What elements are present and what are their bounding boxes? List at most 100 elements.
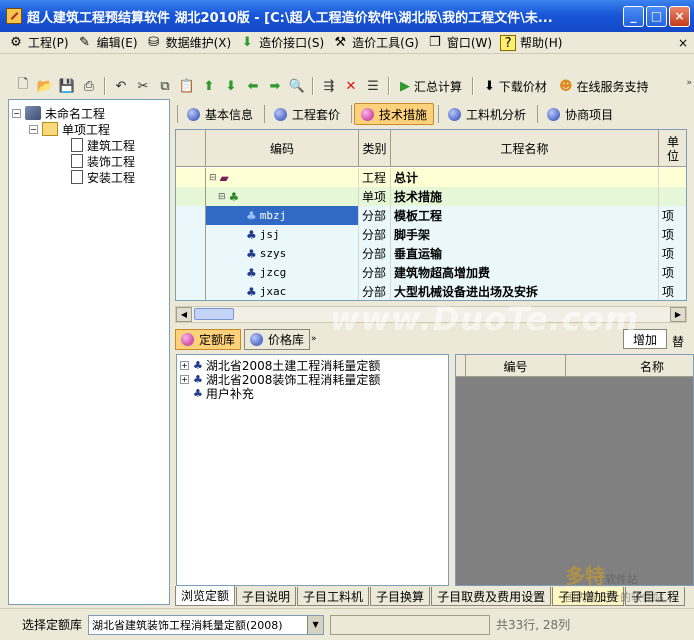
insert-row-icon[interactable]: ⇶ [320,77,338,95]
table-row[interactable]: ♣ jsj 分部 脚手架 项 [176,225,686,244]
tab-item-materials[interactable]: 子目工料机 [297,587,370,606]
undo-icon[interactable]: ↶ [112,77,130,95]
collapse-icon[interactable]: ⊟ [218,192,226,202]
name-cell[interactable]: 大型机械设备进出场及安拆 [391,282,659,300]
list-item[interactable]: ♣ 用户补充 [193,386,254,401]
detail-header-name[interactable]: 名称 [566,355,693,377]
table-row[interactable]: ♣ szys 分部 垂直运输 项 [176,244,686,263]
tab-item-quantity[interactable]: 子目工程 [625,587,686,606]
name-cell[interactable]: 脚手架 [391,225,659,244]
cut-icon[interactable]: ✂ [134,77,152,95]
download-price-button[interactable]: ⬇ 下载价材 [484,76,547,96]
type-cell[interactable]: 分部 [359,225,391,244]
print-preview-icon[interactable]: ⎙ [80,77,98,95]
type-cell[interactable]: 分部 [359,263,391,282]
detail-header-number[interactable]: 编号 [466,355,566,377]
menu-interface[interactable]: ⬇ 造价接口(S) [239,33,324,53]
save-icon[interactable]: 💾 [58,77,76,95]
unit-cell[interactable]: 项 [659,244,686,263]
tab-project-pricing[interactable]: 工程套价 [267,103,347,125]
new-file-icon[interactable]: 🗋 [14,77,32,95]
move-left-icon[interactable]: ⬅ [244,77,262,95]
toolbar-overflow-icon[interactable]: » [686,78,692,88]
tab-negotiated-items[interactable]: 协商项目 [540,103,620,125]
name-cell[interactable]: 垂直运输 [391,244,659,263]
unit-cell[interactable]: 项 [659,282,686,300]
code-cell[interactable]: ♣ jzcg [206,263,359,282]
library-select[interactable]: 湖北省建筑装饰工程消耗量定额(2008) ▼ [88,614,325,635]
table-row[interactable]: ⊟ ▰ 工程 总计 [176,168,686,187]
close-button[interactable]: × [669,5,690,27]
grid-header-type[interactable]: 类别 [359,130,391,167]
name-cell[interactable]: 建筑物超高增加费 [391,263,659,282]
summary-calc-button[interactable]: ▶ 汇总计算 [400,76,462,96]
name-cell[interactable]: 技术措施 [391,187,659,206]
expand-icon[interactable]: + [180,374,189,384]
online-service-button[interactable]: ☻ 在线服务支持 [559,76,649,96]
collapse-icon[interactable]: − [12,108,21,118]
code-cell[interactable]: ♣ szys [206,244,359,263]
table-row[interactable]: ♣ mbzj 分部 模板工程 项 [176,206,686,225]
tab-technical-measures[interactable]: 技术措施 [354,103,435,125]
tab-browse-quota[interactable]: 浏览定额 [175,586,236,606]
find-icon[interactable]: 🔍 [288,77,306,95]
type-cell[interactable]: 分部 [359,282,391,300]
unit-cell[interactable]: 项 [659,225,686,244]
collapse-icon[interactable]: ⊟ [209,173,217,183]
scroll-right-icon[interactable]: ▶ [670,307,686,322]
minimize-button[interactable]: _ [623,5,644,27]
unit-cell[interactable]: 项 [659,206,686,225]
copy-icon[interactable]: ⧉ [156,77,174,95]
delete-icon[interactable]: ✕ [342,77,360,95]
table-row[interactable]: ⊟ ♣ 单项 技术措施 [176,187,686,206]
tab-overflow-icon[interactable]: » [311,334,317,344]
move-down-icon[interactable]: ⬇ [222,77,240,95]
name-cell[interactable]: 总计 [391,168,659,187]
tab-price-library[interactable]: 价格库 [244,328,311,350]
name-cell[interactable]: 模板工程 [391,206,659,225]
tab-basic-info[interactable]: 基本信息 [180,103,260,125]
tree-node-root[interactable]: − 未命名工程 [12,105,105,121]
menu-edit[interactable]: ✎ 编辑(E) [77,33,137,53]
unit-cell[interactable] [659,187,686,206]
menu-project[interactable]: ⚙ 工程(P) [8,33,68,53]
chevron-down-icon[interactable]: ▼ [307,615,324,634]
move-right-icon[interactable]: ➡ [266,77,284,95]
grid-header-unit[interactable]: 单位 [659,130,686,167]
type-cell[interactable]: 工程 [359,168,391,187]
table-row[interactable]: ♣ jzcg 分部 建筑物超高增加费 项 [176,263,686,282]
scroll-left-icon[interactable]: ◀ [176,307,192,322]
tree-node-unit[interactable]: − 单项工程 [29,121,110,137]
sort-icon[interactable]: ☰ [364,77,382,95]
tab-item-fees[interactable]: 子目取费及费用设置 [431,587,552,606]
code-cell[interactable]: ♣ mbzj [206,206,359,225]
open-folder-icon[interactable]: 📂 [36,77,54,95]
tab-item-description[interactable]: 子目说明 [236,587,297,606]
expand-icon[interactable]: + [180,360,189,370]
tree-node-installation[interactable]: 安装工程 [71,169,135,185]
tab-item-surcharge[interactable]: 子目增加费 [552,587,625,606]
move-up-icon[interactable]: ⬆ [200,77,218,95]
code-cell[interactable]: ♣ jsj [206,225,359,244]
grid-header-name[interactable]: 工程名称 [391,130,659,167]
type-cell[interactable]: 分部 [359,206,391,225]
tab-item-conversion[interactable]: 子目换算 [370,587,431,606]
tab-quota-library[interactable]: 定额库 [175,328,242,350]
code-cell[interactable]: ♣ jxac [206,282,359,300]
code-cell[interactable]: ⊟ ♣ [206,187,359,206]
collapse-icon[interactable]: − [29,124,38,134]
tree-node-decoration[interactable]: 装饰工程 [71,153,135,169]
unit-cell[interactable] [659,168,686,187]
title-bar[interactable]: 超人建筑工程预结算软件 湖北2010版 - [C:\超人工程造价软件\湖北版\我… [0,0,694,32]
unit-cell[interactable]: 项 [659,263,686,282]
menu-window[interactable]: ❐ 窗口(W) [427,33,492,53]
code-cell[interactable]: ⊟ ▰ [206,168,359,187]
grid-header-code[interactable]: 编码 [206,130,359,167]
maximize-button[interactable]: □ [646,5,667,27]
tree-node-building[interactable]: 建筑工程 [71,137,135,153]
menu-data-maintenance[interactable]: ⛁ 数据维护(X) [146,33,231,53]
table-row[interactable]: ♣ jxac 分部 大型机械设备进出场及安拆 项 [176,282,686,300]
type-cell[interactable]: 单项 [359,187,391,206]
scroll-thumb[interactable] [194,308,234,320]
grid-horizontal-scrollbar[interactable]: ◀ ▶ [175,306,687,323]
